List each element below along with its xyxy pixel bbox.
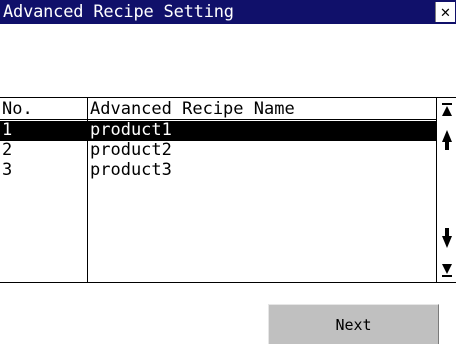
column-header-no: No. [2,99,33,119]
scroll-down-icon [441,228,452,248]
row-number: 1 [2,120,13,140]
recipe-list: No. Advanced Recipe Name 1 product1 2 pr… [0,97,456,283]
column-divider [87,98,88,282]
title-bar: Advanced Recipe Setting ✕ [0,0,456,24]
recipe-name: product1 [90,120,172,140]
list-item[interactable]: 2 product2 [0,141,436,161]
column-header-name: Advanced Recipe Name [90,99,295,119]
row-number: 3 [2,160,13,180]
scroll-up-icon [441,130,452,150]
list-item[interactable]: 3 product3 [0,161,436,181]
scroll-top-button[interactable] [437,100,456,120]
row-number: 2 [2,140,13,160]
scroll-up-button[interactable] [437,122,456,158]
scroll-down-button[interactable] [437,220,456,256]
vertical-scrollbar[interactable] [436,98,456,282]
close-button[interactable]: ✕ [435,2,455,22]
next-button[interactable]: Next [268,304,439,344]
list-header: No. Advanced Recipe Name [0,98,436,120]
recipe-name: product3 [90,160,172,180]
recipe-name: product2 [90,140,172,160]
scroll-top-icon [441,103,452,116]
scroll-bottom-button[interactable] [437,260,456,280]
list-item[interactable]: 1 product1 [0,121,436,141]
window-title: Advanced Recipe Setting [3,2,234,22]
scroll-bottom-icon [441,264,452,277]
